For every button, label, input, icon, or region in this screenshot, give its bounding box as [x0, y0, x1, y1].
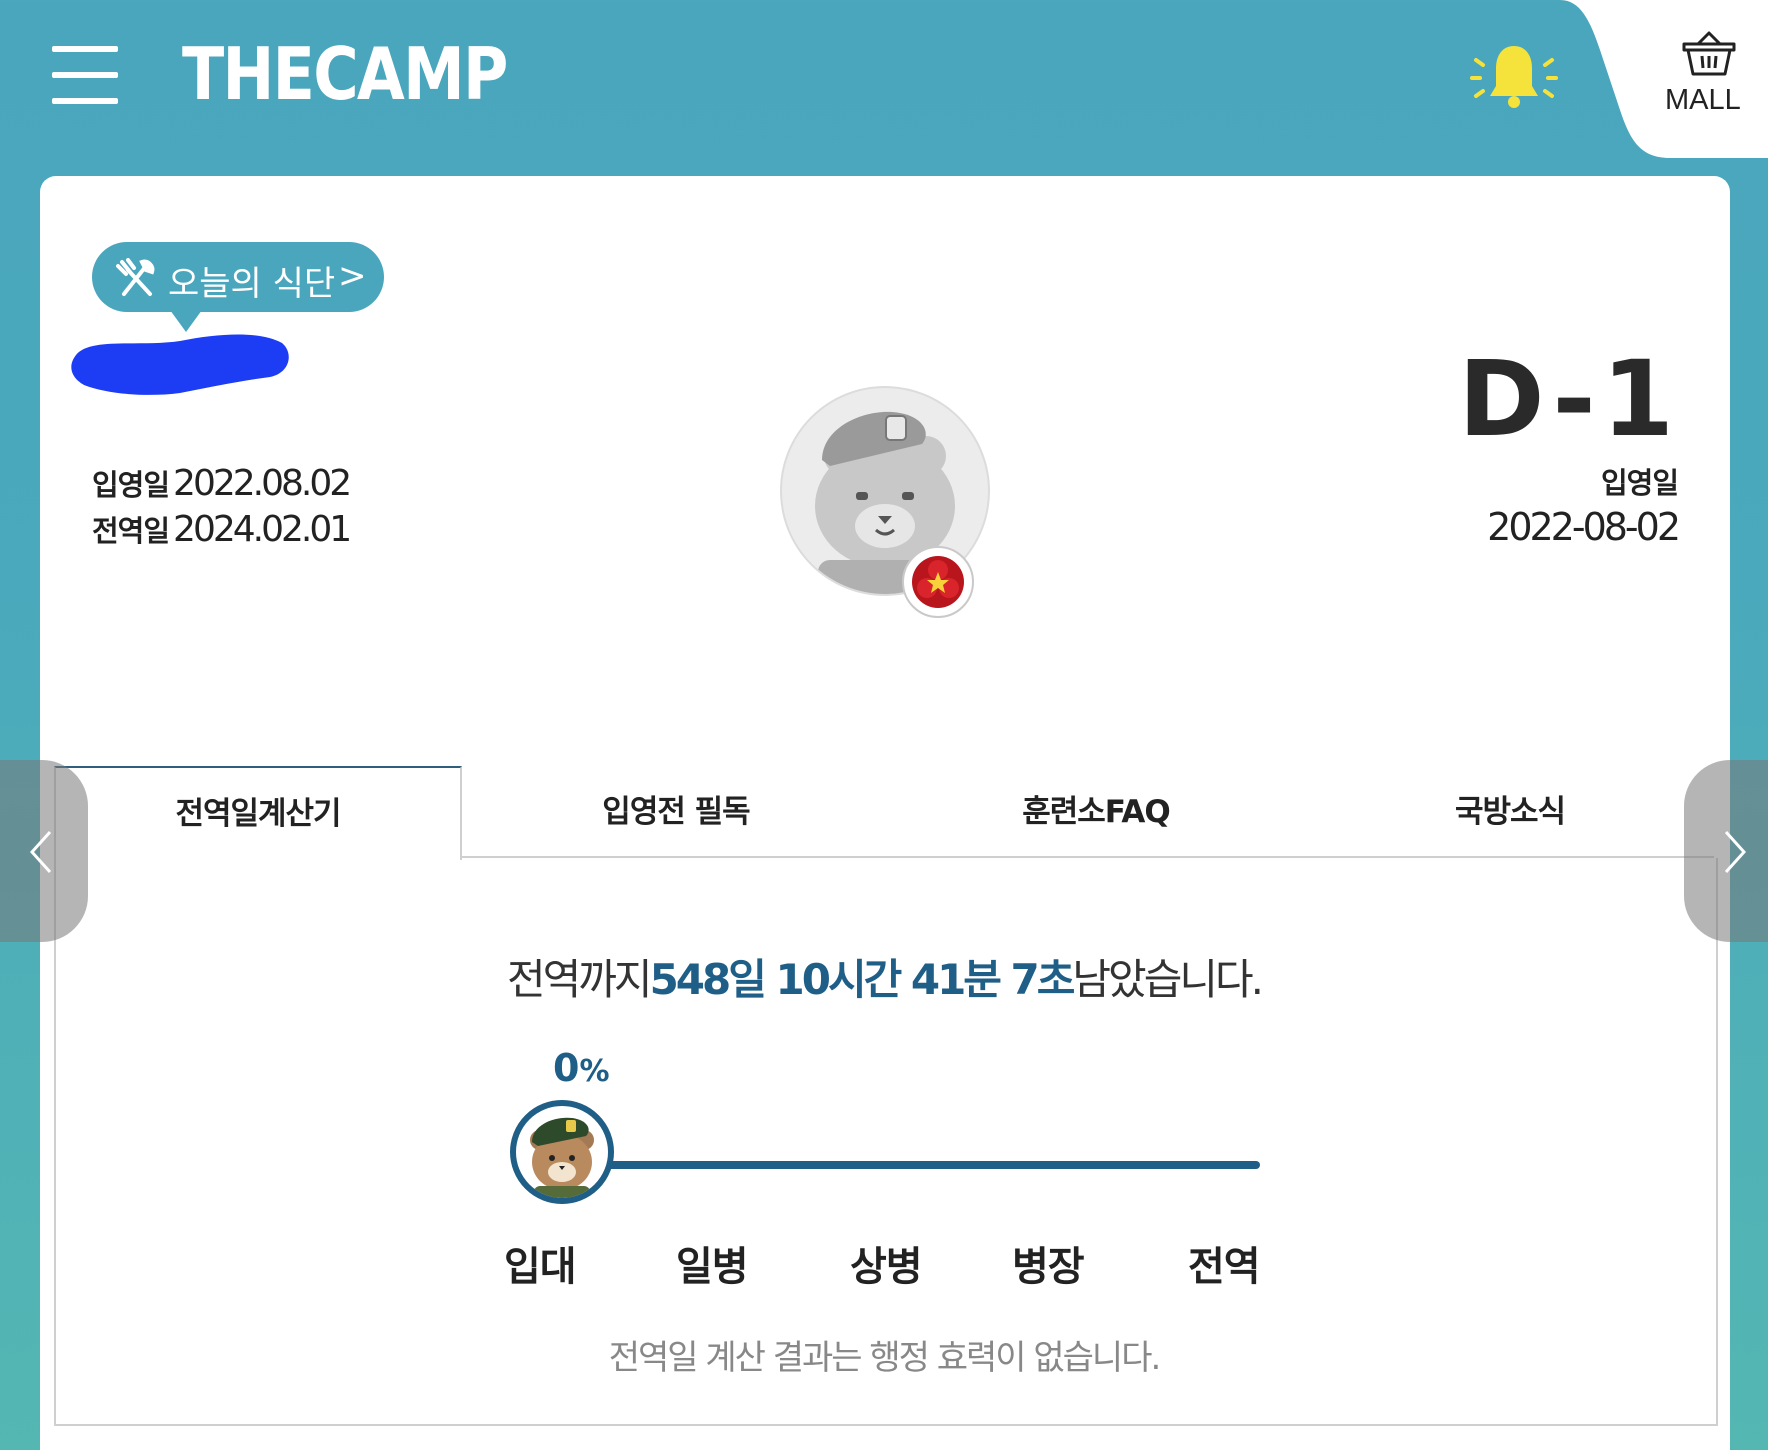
todays-meal-label: 오늘의 식단	[168, 264, 336, 304]
stage-corporal: 병장	[1012, 1244, 1085, 1290]
enlist-date-value: 2022.08.02	[173, 463, 352, 504]
menu-icon[interactable]	[52, 46, 118, 104]
remaining-prefix: 전역까지	[507, 955, 653, 1004]
stage-private: 일병	[676, 1244, 749, 1290]
bell-icon[interactable]	[1466, 38, 1562, 118]
chevron-right-icon: >	[338, 256, 367, 296]
discharge-date-value: 2024.02.01	[173, 509, 352, 550]
stage-discharge: 전역	[1188, 1244, 1261, 1290]
mall-button[interactable]: MALL	[1665, 84, 1741, 117]
chevron-left-icon	[29, 830, 52, 874]
remaining-time-text: 전역까지548일 10시간 41분 7초남았습니다.	[0, 946, 1768, 1007]
progress-track	[562, 1161, 1260, 1169]
tab-discharge-calculator[interactable]: 전역일계산기	[54, 766, 462, 860]
tab-training-faq[interactable]: 훈련소FAQ	[890, 766, 1302, 858]
remaining-value: 548일 10시간 41분 7초	[649, 955, 1076, 1004]
rank-badge-icon	[902, 546, 974, 618]
tab-pre-enlistment[interactable]: 입영전 필독	[470, 766, 882, 858]
info-tabs: 전역일계산기 입영전 필독 훈련소FAQ 국방소식	[54, 766, 1714, 860]
right-enlist-date: 2022-08-02	[1487, 505, 1681, 549]
app-logo[interactable]: THECAMP	[182, 32, 508, 116]
stage-enlist: 입대	[504, 1244, 577, 1290]
progress-number: 0	[553, 1046, 580, 1090]
progress-unit: %	[579, 1054, 610, 1089]
stage-pfc: 상병	[850, 1244, 923, 1290]
prev-slide-button[interactable]	[0, 760, 88, 942]
right-enlist-label: 입영일	[1600, 466, 1679, 500]
progress-percent: 0%	[553, 1046, 610, 1090]
legal-notice: 전역일 계산 결과는 행정 효력이 없습니다.	[608, 1338, 1162, 1378]
discharge-date-row: 전역일 2024.02.01	[92, 508, 352, 550]
redacted-name	[71, 334, 289, 395]
app-header: THECAMP MALL	[0, 0, 1768, 175]
dday-counter: D-1	[1458, 338, 1680, 460]
chevron-right-icon	[1724, 830, 1747, 874]
todays-meal-button[interactable]: 오늘의 식단 >	[92, 242, 384, 332]
next-slide-button[interactable]	[1684, 760, 1768, 942]
utensils-icon	[116, 258, 155, 296]
tab-defense-news[interactable]: 국방소식	[1310, 766, 1710, 858]
bear-soldier-icon	[530, 1117, 594, 1198]
progress-knob[interactable]	[510, 1100, 614, 1204]
remaining-suffix: 남았습니다.	[1072, 955, 1264, 1004]
enlist-date-label: 입영일	[92, 468, 170, 502]
enlist-date-row: 입영일 2022.08.02	[92, 462, 352, 504]
basket-icon[interactable]	[1680, 30, 1738, 78]
mall-tab-background	[1560, 0, 1768, 158]
discharge-date-label: 전역일	[92, 514, 170, 548]
